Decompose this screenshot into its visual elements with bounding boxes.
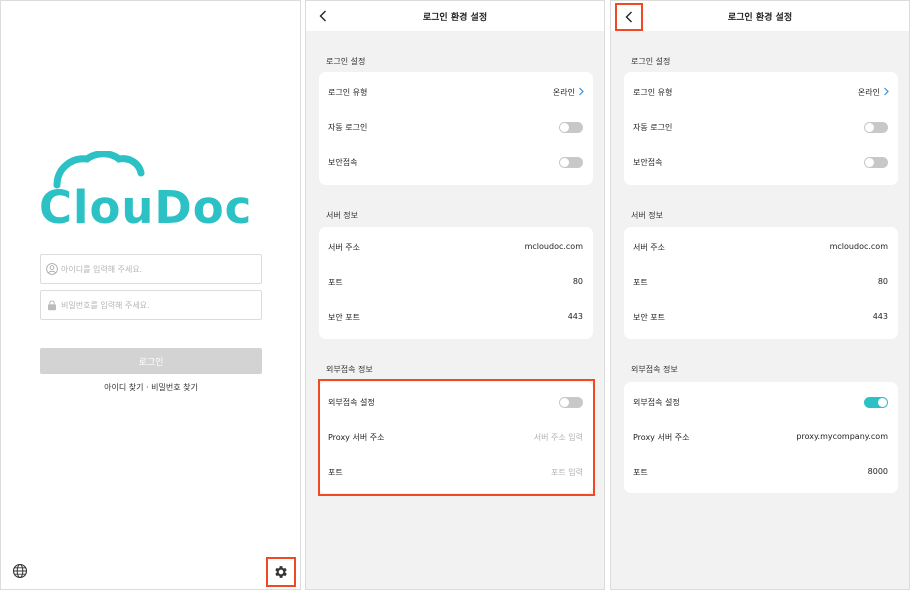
secure-connection-row: 보안접속 <box>624 145 898 180</box>
login-type-value: 온라인 <box>552 88 575 97</box>
proxy-port-input[interactable]: 8000 <box>868 467 888 476</box>
secure-port-label: 보안 포트 <box>328 313 360 322</box>
proxy-port-label: 포트 <box>633 468 648 477</box>
secure-connection-toggle[interactable] <box>559 157 583 168</box>
external-access-label: 외부접속 설정 <box>633 398 680 407</box>
port-label: 포트 <box>328 278 343 287</box>
settings-button[interactable] <box>266 557 296 587</box>
login-screen: ClouDoc 로그인 아이디 찾기 · 비밀번호 찾기 <box>0 0 301 590</box>
page-title: 로그인 환경 설정 <box>422 13 488 23</box>
secure-connection-label: 보안접속 <box>328 158 358 167</box>
section-title-server: 서버 정보 <box>631 211 663 220</box>
server-address-row[interactable]: 서버 주소 mcloudoc.com <box>624 230 898 265</box>
settings-screen-before: 로그인 환경 설정 로그인 설정 로그인 유형 온라인 자동 로그인 보안접속 … <box>305 0 605 590</box>
id-input[interactable] <box>61 255 257 283</box>
auto-login-label: 자동 로그인 <box>328 123 368 132</box>
server-address-row[interactable]: 서버 주소 mcloudoc.com <box>319 230 593 265</box>
proxy-address-row[interactable]: Proxy 서버 주소 proxy.mycompany.com <box>624 420 898 455</box>
port-label: 포트 <box>633 278 648 287</box>
id-field[interactable] <box>40 254 262 284</box>
server-info-card: 서버 주소 mcloudoc.com 포트 80 보안 포트 443 <box>624 227 898 339</box>
port-row[interactable]: 포트 80 <box>319 265 593 300</box>
external-access-toggle[interactable] <box>864 397 888 408</box>
header: 로그인 환경 설정 <box>611 1 909 31</box>
external-access-card: 외부접속 설정 Proxy 서버 주소 proxy.mycompany.com … <box>624 382 898 493</box>
gear-icon <box>275 566 287 578</box>
secure-port-value: 443 <box>872 312 888 321</box>
server-address-label: 서버 주소 <box>328 243 360 252</box>
section-title-login: 로그인 설정 <box>631 57 671 66</box>
find-id-password-link[interactable]: 아이디 찾기 · 비밀번호 찾기 <box>1 382 300 393</box>
section-title-external: 외부접속 정보 <box>326 365 373 374</box>
password-input[interactable] <box>61 291 257 319</box>
auto-login-toggle[interactable] <box>559 122 583 133</box>
section-title-server: 서버 정보 <box>326 211 358 220</box>
globe-icon[interactable] <box>12 563 28 579</box>
secure-port-label: 보안 포트 <box>633 313 665 322</box>
auto-login-row: 자동 로그인 <box>319 110 593 145</box>
login-type-row[interactable]: 로그인 유형 온라인 <box>319 75 593 110</box>
chevron-right-icon <box>884 87 889 96</box>
password-field[interactable] <box>40 290 262 320</box>
login-button[interactable]: 로그인 <box>40 348 262 374</box>
external-access-row: 외부접속 설정 <box>624 385 898 420</box>
login-settings-card: 로그인 유형 온라인 자동 로그인 보안접속 <box>624 72 898 185</box>
auto-login-toggle[interactable] <box>864 122 888 133</box>
proxy-address-label: Proxy 서버 주소 <box>633 433 690 442</box>
login-type-row[interactable]: 로그인 유형 온라인 <box>624 75 898 110</box>
server-address-value: mcloudoc.com <box>524 242 583 251</box>
port-value: 80 <box>572 277 583 286</box>
login-settings-card: 로그인 유형 온라인 자동 로그인 보안접속 <box>319 72 593 185</box>
cloudoc-logo: ClouDoc <box>37 151 267 234</box>
section-title-login: 로그인 설정 <box>326 57 366 66</box>
auto-login-label: 자동 로그인 <box>633 123 673 132</box>
proxy-port-row[interactable]: 포트 8000 <box>624 455 898 490</box>
secure-port-row[interactable]: 보안 포트 443 <box>624 300 898 335</box>
highlight-box <box>318 379 595 496</box>
auto-login-row: 자동 로그인 <box>624 110 898 145</box>
page-title: 로그인 환경 설정 <box>727 13 793 23</box>
chevron-right-icon <box>579 87 584 96</box>
secure-connection-label: 보안접속 <box>633 158 663 167</box>
secure-connection-toggle[interactable] <box>864 157 888 168</box>
lock-icon <box>48 300 56 311</box>
header: 로그인 환경 설정 <box>306 1 604 31</box>
port-value: 80 <box>877 277 888 286</box>
port-row[interactable]: 포트 80 <box>624 265 898 300</box>
login-type-value: 온라인 <box>857 88 880 97</box>
secure-port-row[interactable]: 보안 포트 443 <box>319 300 593 335</box>
section-title-external: 외부접속 정보 <box>631 365 678 374</box>
server-address-value: mcloudoc.com <box>829 242 888 251</box>
settings-screen-after: 로그인 환경 설정 로그인 설정 로그인 유형 온라인 자동 로그인 보안접속 … <box>610 0 910 590</box>
server-address-label: 서버 주소 <box>633 243 665 252</box>
login-type-label: 로그인 유형 <box>633 88 673 97</box>
server-info-card: 서버 주소 mcloudoc.com 포트 80 보안 포트 443 <box>319 227 593 339</box>
user-icon <box>46 263 58 275</box>
logo-text: ClouDoc <box>39 181 253 234</box>
login-type-label: 로그인 유형 <box>328 88 368 97</box>
proxy-address-input[interactable]: proxy.mycompany.com <box>796 432 888 441</box>
secure-connection-row: 보안접속 <box>319 145 593 180</box>
secure-port-value: 443 <box>567 312 583 321</box>
